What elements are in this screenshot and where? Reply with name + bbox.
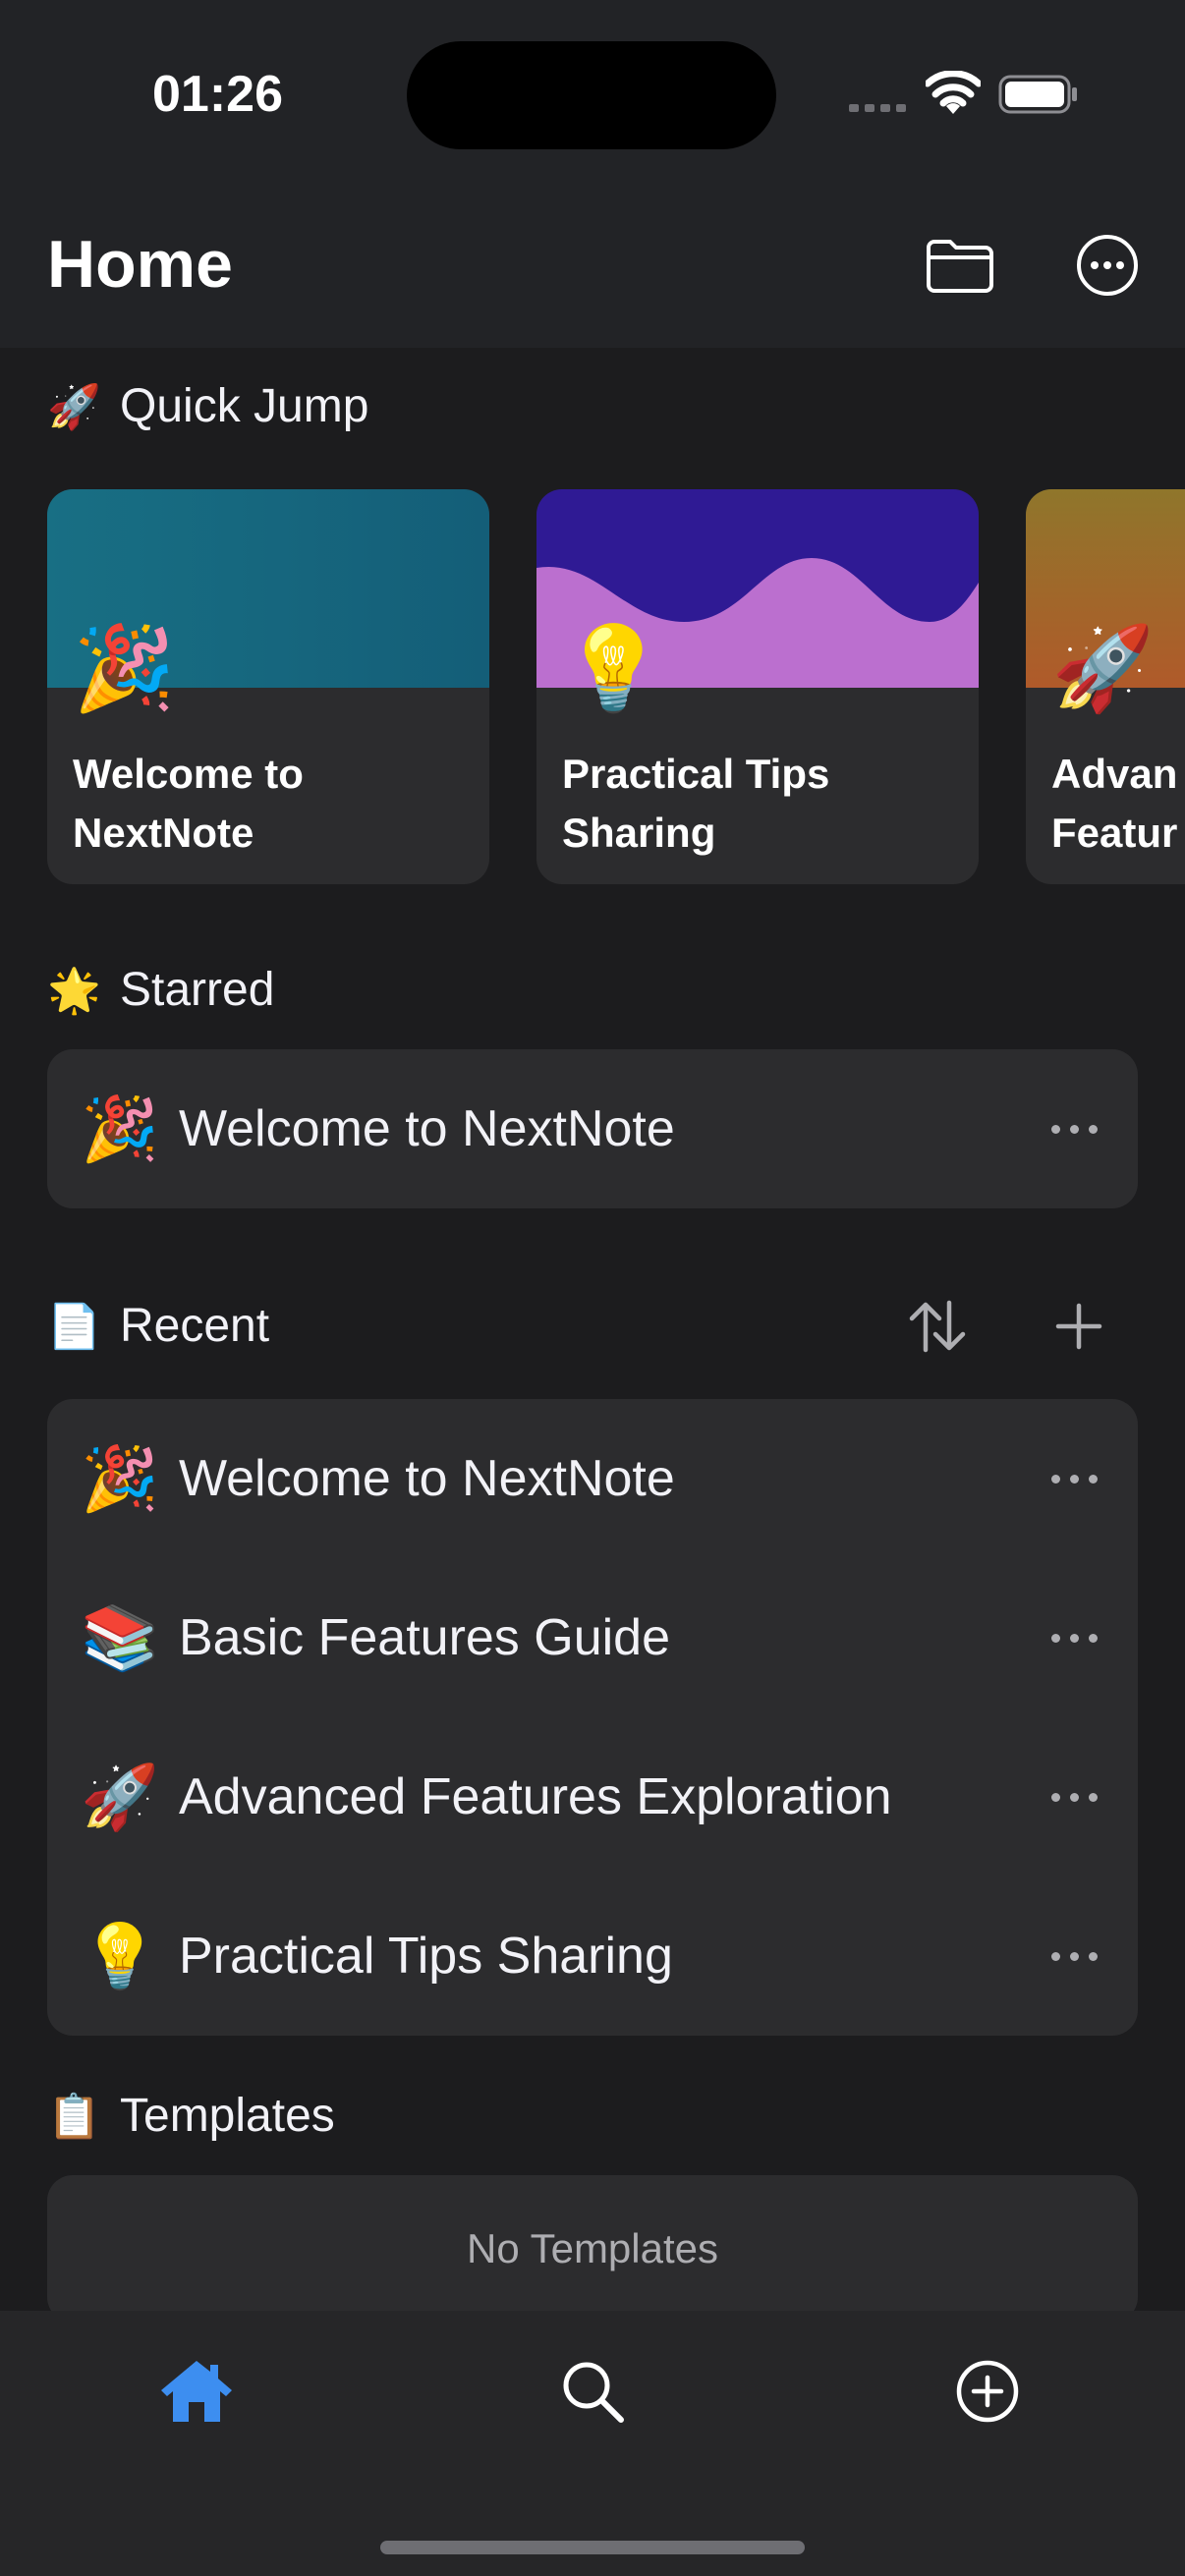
list-item[interactable]: 🚀 Advanced Features Exploration bbox=[47, 1717, 1138, 1876]
templates-heading: 📋 Templates bbox=[47, 2089, 335, 2143]
list-item[interactable]: 🎉 Welcome to NextNote bbox=[47, 1399, 1138, 1558]
star-icon: 🌟 bbox=[47, 966, 101, 1015]
quick-jump-heading: 🚀 Quick Jump bbox=[47, 379, 368, 433]
lightbulb-icon: 💡 bbox=[81, 1920, 159, 1991]
sort-button[interactable] bbox=[893, 1287, 982, 1366]
card-title: Practical Tips Sharing bbox=[562, 751, 830, 856]
search-icon bbox=[563, 2362, 624, 2423]
page-title: Home bbox=[47, 227, 233, 302]
card-title: Welcome to NextNote bbox=[73, 751, 304, 856]
item-label: Basic Features Guide bbox=[179, 1609, 671, 1666]
more-button[interactable] bbox=[1040, 1772, 1108, 1821]
rocket-icon: 🚀 bbox=[1051, 622, 1155, 714]
quick-jump-card[interactable]: 💡 Practical Tips Sharing bbox=[536, 489, 979, 884]
item-label: Practical Tips Sharing bbox=[179, 1928, 673, 1985]
card-title: Advan Featur bbox=[1051, 751, 1178, 856]
books-icon: 📚 bbox=[81, 1601, 159, 1673]
document-icon: 📄 bbox=[47, 1302, 101, 1351]
list-item[interactable]: 💡 Practical Tips Sharing bbox=[47, 1876, 1138, 2036]
quick-jump-title: Quick Jump bbox=[120, 380, 369, 432]
plus-icon bbox=[1055, 1303, 1102, 1350]
party-popper-icon: 🎉 bbox=[81, 1442, 159, 1514]
quick-jump-carousel[interactable]: 🎉 Welcome to NextNote 💡 Practical Tips S… bbox=[0, 489, 1185, 884]
tab-home[interactable] bbox=[147, 2342, 246, 2440]
item-label: Welcome to NextNote bbox=[179, 1100, 675, 1157]
add-circle-icon bbox=[956, 2360, 1019, 2423]
starred-heading: 🌟 Starred bbox=[47, 963, 274, 1017]
list-item[interactable]: 🎉 Welcome to NextNote bbox=[47, 1049, 1138, 1208]
more-button[interactable] bbox=[1040, 1613, 1108, 1662]
lightbulb-icon: 💡 bbox=[562, 622, 665, 714]
sort-arrows-icon bbox=[909, 1300, 966, 1353]
more-button[interactable] bbox=[1040, 1932, 1108, 1981]
status-time: 01:26 bbox=[152, 66, 283, 123]
tab-search[interactable] bbox=[543, 2342, 642, 2440]
quick-jump-card[interactable]: 🎉 Welcome to NextNote bbox=[47, 489, 489, 884]
more-options-button[interactable] bbox=[1066, 224, 1149, 307]
add-note-button[interactable] bbox=[1035, 1287, 1123, 1366]
home-icon bbox=[161, 2361, 232, 2422]
wifi-icon bbox=[926, 71, 981, 114]
recent-list: 🎉 Welcome to NextNote 📚 Basic Features G… bbox=[47, 1399, 1138, 2036]
list-item[interactable]: 📚 Basic Features Guide bbox=[47, 1558, 1138, 1717]
rocket-icon: 🚀 bbox=[81, 1761, 159, 1832]
rocket-icon: 🚀 bbox=[47, 382, 101, 431]
recent-heading: 📄 Recent bbox=[47, 1299, 269, 1353]
templates-empty-state: No Templates bbox=[47, 2175, 1138, 2323]
item-label: Advanced Features Exploration bbox=[179, 1768, 892, 1825]
cellular-signal-icon bbox=[849, 104, 906, 112]
recent-title: Recent bbox=[120, 1300, 270, 1352]
battery-icon bbox=[998, 75, 1077, 114]
party-popper-icon: 🎉 bbox=[73, 622, 176, 714]
templates-title: Templates bbox=[120, 2090, 335, 2142]
quick-jump-card[interactable]: 🚀 Advan Featur bbox=[1026, 489, 1185, 884]
more-button[interactable] bbox=[1040, 1454, 1108, 1503]
folder-button[interactable] bbox=[919, 224, 1001, 307]
starred-list: 🎉 Welcome to NextNote bbox=[47, 1049, 1138, 1208]
item-label: Welcome to NextNote bbox=[179, 1450, 675, 1507]
starred-title: Starred bbox=[120, 964, 275, 1016]
tab-add[interactable] bbox=[938, 2342, 1037, 2440]
ellipsis-circle-icon bbox=[1077, 235, 1138, 296]
dynamic-island bbox=[407, 41, 776, 149]
folder-icon bbox=[927, 240, 993, 293]
party-popper-icon: 🎉 bbox=[81, 1092, 159, 1164]
home-indicator bbox=[380, 2541, 805, 2554]
clipboard-icon: 📋 bbox=[47, 2092, 101, 2141]
more-button[interactable] bbox=[1040, 1104, 1108, 1153]
